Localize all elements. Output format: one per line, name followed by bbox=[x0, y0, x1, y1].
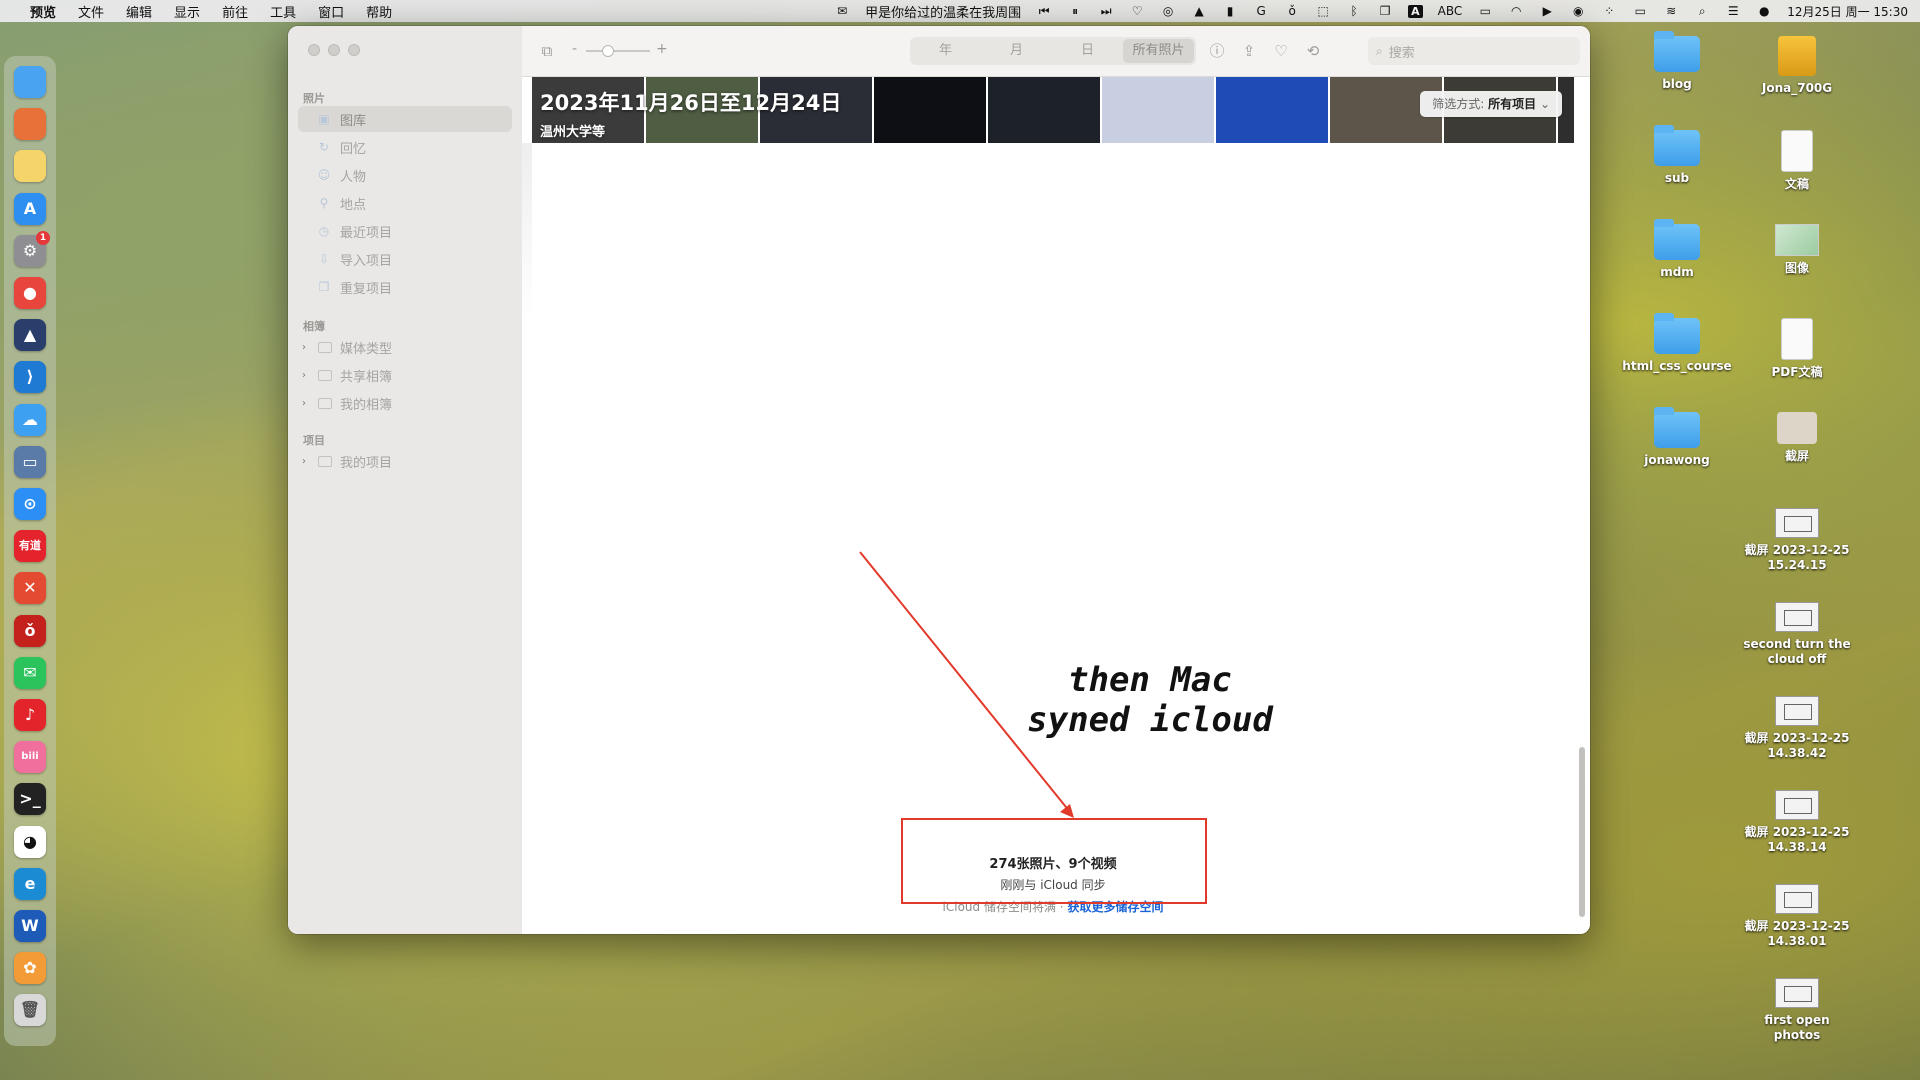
desktop-item-label: mdm bbox=[1660, 265, 1694, 279]
desktop-item-drive[interactable]: Jona_700G bbox=[1742, 36, 1852, 96]
annotation-line-1: then Mac bbox=[1068, 660, 1232, 700]
doc-icon bbox=[1781, 130, 1813, 172]
folder-icon bbox=[1654, 407, 1700, 448]
desktop-item-screenshot[interactable]: second turn the cloud off bbox=[1742, 602, 1852, 667]
desktop-item-label: 图像 bbox=[1784, 261, 1809, 275]
desktop-item-screenshot[interactable]: 截屏 2023-12-25 15.24.15 bbox=[1742, 508, 1852, 573]
desktop-item-label: jonawong bbox=[1644, 453, 1710, 467]
desktop-item-screenshot[interactable]: 截屏 2023-12-25 14.38.01 bbox=[1742, 884, 1852, 949]
folder-plain-icon bbox=[1777, 412, 1817, 444]
folder-icon bbox=[1654, 31, 1700, 72]
image-icon bbox=[1775, 224, 1819, 256]
desktop-item-doc[interactable]: PDF文稿 bbox=[1742, 318, 1852, 380]
desktop-item-label: 文稿 bbox=[1784, 177, 1809, 191]
annotation-line-2: syned icloud bbox=[1027, 700, 1273, 740]
desktop-item-label: PDF文稿 bbox=[1771, 365, 1823, 379]
desktop-item-folder-plain[interactable]: 截屏 bbox=[1742, 412, 1852, 464]
desktop-item-screenshot[interactable]: 截屏 2023-12-25 14.38.42 bbox=[1742, 696, 1852, 761]
doc-icon bbox=[1781, 318, 1813, 360]
screenshot-file-icon bbox=[1775, 696, 1819, 726]
screenshot-file-icon bbox=[1775, 884, 1819, 914]
desktop-item-label: 截屏 2023-12-25 14.38.01 bbox=[1744, 919, 1850, 948]
desktop-item-label: 截屏 2023-12-25 14.38.14 bbox=[1744, 825, 1850, 854]
screenshot-file-icon bbox=[1775, 508, 1819, 538]
desktop-item-screenshot[interactable]: 截屏 2023-12-25 14.38.14 bbox=[1742, 790, 1852, 855]
annotation-text: then Mac syned icloud bbox=[1010, 660, 1290, 740]
screenshot-file-icon bbox=[1775, 602, 1819, 632]
desktop-item-label: Jona_700G bbox=[1761, 81, 1833, 95]
folder-icon bbox=[1654, 125, 1700, 166]
desktop-item-folder[interactable]: jonawong bbox=[1622, 407, 1732, 468]
desktop-item-label: 截屏 2023-12-25 15.24.15 bbox=[1744, 543, 1850, 572]
screenshot-file-icon bbox=[1775, 790, 1819, 820]
desktop-item-folder[interactable]: blog bbox=[1622, 31, 1732, 92]
desktop-item-screenshot[interactable]: first open photos bbox=[1742, 978, 1852, 1043]
desktop-item-folder[interactable]: sub bbox=[1622, 125, 1732, 186]
desktop-item-doc[interactable]: 文稿 bbox=[1742, 130, 1852, 192]
drive-icon bbox=[1778, 36, 1816, 76]
screenshot-file-icon bbox=[1775, 978, 1819, 1008]
desktop-item-label: html_css_course bbox=[1622, 359, 1732, 373]
desktop-item-folder[interactable]: html_css_course bbox=[1622, 313, 1732, 374]
desktop-item-image[interactable]: 图像 bbox=[1742, 224, 1852, 276]
desktop-item-label: 截屏 bbox=[1784, 449, 1809, 463]
desktop-item-folder[interactable]: mdm bbox=[1622, 219, 1732, 280]
desktop-item-label: first open photos bbox=[1764, 1013, 1830, 1042]
annotation-highlight-box bbox=[901, 818, 1207, 904]
desktop-item-label: second turn the cloud off bbox=[1743, 637, 1851, 666]
folder-icon bbox=[1654, 313, 1700, 354]
desktop-item-label: 截屏 2023-12-25 14.38.42 bbox=[1744, 731, 1850, 760]
desktop-item-label: blog bbox=[1662, 77, 1692, 91]
desktop-item-label: sub bbox=[1664, 171, 1690, 185]
folder-icon bbox=[1654, 219, 1700, 260]
